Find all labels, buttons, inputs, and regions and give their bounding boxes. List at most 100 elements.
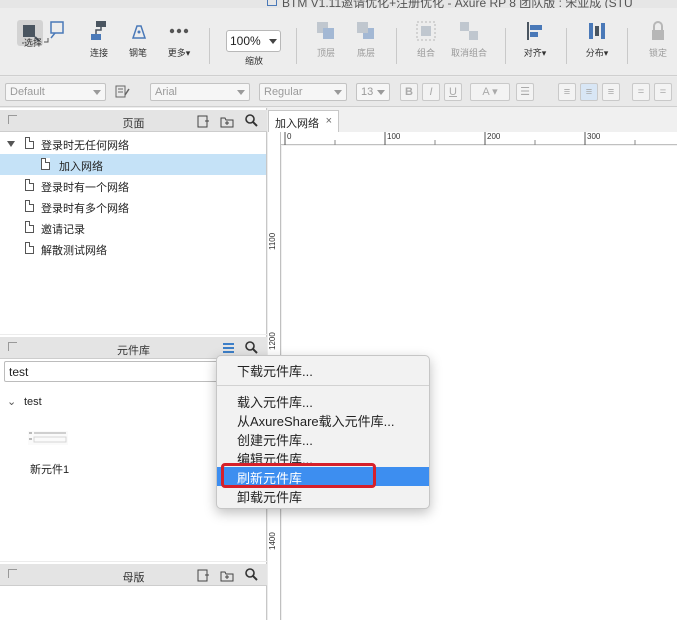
chevron-down-icon [269,39,277,44]
send-to-back-button[interactable]: 底层 [351,8,381,59]
zoom-label-text: 缩放 [244,56,263,66]
chevron-down-icon [334,90,342,95]
ruler-label: 1200 [268,332,277,350]
page-label: 登录时有一个网络 [41,182,129,194]
title-bar: BTM V1.11邀请优化+注册优化 - Axure RP 8 团队版 : 宋亚… [0,0,677,8]
add-folder-icon[interactable] [220,569,234,582]
align-right-button[interactable]: ≡ [602,83,620,101]
menu-item-load-from-axureshare[interactable]: 从AxureShare载入元件库... [217,410,429,429]
more-icon [169,28,189,34]
ruler-label: 1400 [268,532,277,550]
page-item[interactable]: 登录时有一个网络 [0,175,266,196]
italic-button[interactable]: I [422,83,440,101]
page-label: 解散测试网络 [41,245,107,257]
lasso-icon [50,21,64,39]
menu-item-unload-library[interactable]: 卸载元件库 [217,486,429,505]
page-icon [25,242,34,254]
disclosure-triangle-icon[interactable] [7,141,15,147]
toolbar-divider [209,28,210,64]
bullet-list-button[interactable]: ☰ [516,83,534,101]
font-weight-select[interactable]: Regular [259,83,347,101]
library-menu-icon[interactable] [222,342,235,354]
page-item[interactable]: 邀请记录 [0,217,266,238]
bold-button[interactable]: B [400,83,418,101]
bring-to-front-button[interactable]: 顶层 [311,8,341,59]
toolbar-divider [396,28,397,64]
widget-thumbnail[interactable] [28,429,68,447]
zoom-label: 缩放 [236,54,272,67]
font-size-select[interactable]: 13 [356,83,390,101]
widget-label: 新元件1 [30,464,70,476]
menu-item-download-library[interactable]: 下载元件库... [217,360,429,379]
chevron-down-icon[interactable]: ⌄ [7,395,16,408]
search-icon[interactable] [245,568,258,581]
add-master-icon[interactable] [197,569,210,582]
ruler-label: 100 [387,132,401,141]
zoom-value: 100% [230,34,261,48]
page-item[interactable]: 登录时无任何网络 [0,133,266,154]
group-icon [416,21,436,41]
page-label: 邀请记录 [41,224,85,236]
align-button[interactable]: 对齐▾ [518,8,552,59]
size-value: 13 [361,86,374,98]
chevron-down-icon [93,90,101,95]
font-color-button[interactable]: A ▾ [470,83,510,101]
annotation-highlight-box [221,463,376,488]
underline-button[interactable]: U [444,83,462,101]
font-family-select[interactable]: Arial [150,83,250,101]
style-value: Default [10,86,45,98]
page-icon [25,200,34,212]
search-icon[interactable] [245,114,258,127]
page-icon [25,137,34,149]
align-middle-button[interactable]: = [654,83,672,101]
format-bar: Default Arial Regular 13 B I U A ▾ ☰ ≡ ≡… [0,77,677,107]
align-center-button[interactable]: ≡ [580,83,598,101]
style-select[interactable]: Default [5,83,106,101]
ungroup-icon [460,22,478,40]
bottom-label: 底层 [356,48,375,58]
weight-value: Regular [264,86,303,98]
add-page-icon[interactable] [197,115,210,128]
masters-panel-header: 母版 [0,564,267,586]
select-mode-icon[interactable] [42,8,72,44]
chevron-down-icon [237,90,245,95]
horizontal-ruler: 0 100 200 300 [268,132,677,145]
add-folder-icon[interactable] [220,115,234,128]
zoom-select[interactable]: 100% [226,30,281,52]
axure-window: BTM V1.11邀请优化+注册优化 - Axure RP 8 团队版 : 宋亚… [0,0,677,620]
format-painter-icon[interactable] [115,85,131,99]
pen-tool[interactable]: 钢笔 [123,8,153,59]
page-item[interactable]: 登录时有多个网络 [0,196,266,217]
tab-join-network[interactable]: 加入网络 × [268,110,339,132]
close-icon[interactable]: × [326,115,332,127]
ungroup-label: 取消组合 [450,48,487,58]
group-button[interactable]: 组合 [411,8,441,59]
connect-tool[interactable]: 连接 [84,8,114,59]
distribute-label: 分布▾ [585,48,609,58]
toolbar-divider [296,28,297,64]
ruler-label: 300 [587,132,601,141]
library-select-value: test [9,365,29,379]
lock-button[interactable]: 锁定 [641,8,675,59]
page-item[interactable]: 解散测试网络 [0,238,266,259]
connector-icon [91,21,106,40]
page-icon [25,179,34,191]
library-group-label: test [24,396,42,408]
tab-label: 加入网络 [275,118,319,130]
toolbar-divider [627,28,628,64]
ungroup-button[interactable]: 取消组合 [446,8,492,59]
more-tools-button[interactable]: 更多▾ [162,8,196,59]
font-value: Arial [155,86,178,98]
menu-item-load-library[interactable]: 载入元件库... [217,391,429,410]
distribute-button[interactable]: 分布▾ [580,8,614,59]
page-icon [41,158,50,170]
align-top-button[interactable]: = [632,83,650,101]
bring-front-icon [317,22,334,39]
align-left-button[interactable]: ≡ [558,83,576,101]
search-icon[interactable] [245,341,258,354]
distribute-icon [589,23,605,39]
ruler-label: 1100 [268,232,277,250]
menu-item-create-library[interactable]: 创建元件库... [217,429,429,448]
page-item-selected[interactable]: 加入网络 [0,154,266,175]
lock-label: 锁定 [648,48,667,58]
